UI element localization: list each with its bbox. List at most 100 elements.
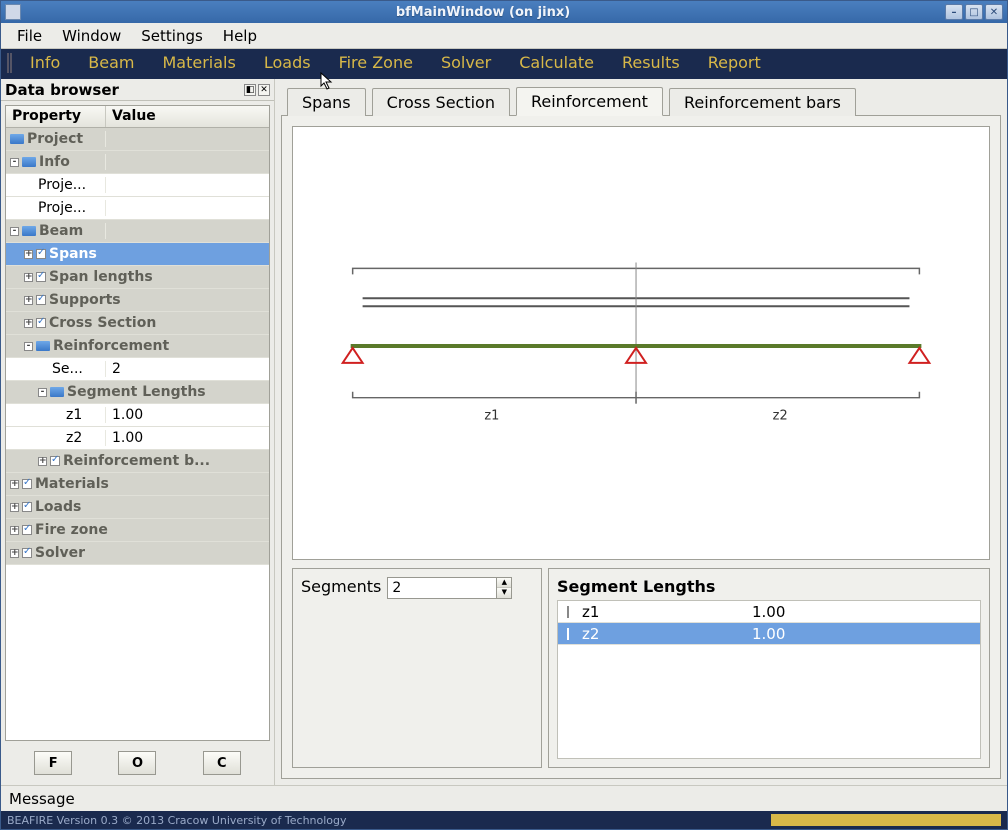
expander-icon[interactable]: + [24, 319, 33, 328]
book-icon [50, 387, 64, 397]
segments-input[interactable] [387, 577, 497, 599]
seg-row-z2-val[interactable]: 1.00 [748, 625, 980, 643]
diagram-label-z1: z1 [484, 409, 499, 424]
check-icon [36, 272, 46, 282]
tree-z2[interactable]: z2 [66, 430, 82, 446]
tool-report[interactable]: Report [694, 51, 775, 74]
expander-icon[interactable] [567, 628, 569, 640]
footer-progress-bar [771, 814, 1001, 826]
maximize-button[interactable]: □ [965, 4, 983, 20]
status-bar: Message [1, 785, 1007, 811]
tab-reinforcement-bars[interactable]: Reinforcement bars [669, 88, 856, 116]
check-icon [22, 502, 32, 512]
menu-file[interactable]: File [7, 25, 52, 47]
window-title: bfMainWindow (on jinx) [21, 5, 945, 20]
expander-icon[interactable]: + [10, 549, 19, 558]
panel-close-button[interactable]: ✕ [258, 84, 270, 96]
menu-settings[interactable]: Settings [131, 25, 213, 47]
app-icon [5, 4, 21, 20]
tool-loads[interactable]: Loads [250, 51, 325, 74]
check-icon [36, 318, 46, 328]
tree-header-value: Value [106, 106, 269, 127]
tree-spanlengths[interactable]: Span lengths [49, 269, 153, 285]
tree-firezone[interactable]: Fire zone [35, 522, 108, 538]
toolbar-handle[interactable] [7, 53, 12, 73]
expander-icon[interactable]: + [10, 526, 19, 535]
tree-proje1[interactable]: Proje... [38, 177, 86, 193]
segment-lengths-box: Segment Lengths z1 1.00 z2 1.00 [548, 568, 990, 768]
o-button[interactable]: O [118, 751, 156, 775]
footer-text: BEAFIRE Version 0.3 © 2013 Cracow Univer… [7, 814, 347, 827]
tool-info[interactable]: Info [16, 51, 74, 74]
tree-se[interactable]: Se... [52, 361, 83, 377]
tree-se-value[interactable]: 2 [106, 361, 269, 377]
check-icon [50, 456, 60, 466]
expander-icon[interactable]: - [38, 388, 47, 397]
expander-icon[interactable] [567, 606, 569, 618]
expander-icon[interactable]: + [10, 503, 19, 512]
menu-window[interactable]: Window [52, 25, 131, 47]
tab-cross-section[interactable]: Cross Section [372, 88, 510, 116]
expander-icon[interactable]: + [24, 273, 33, 282]
expander-icon[interactable]: + [38, 457, 47, 466]
beam-svg: z1 z2 [293, 127, 989, 559]
menu-help[interactable]: Help [213, 25, 267, 47]
window-titlebar: bfMainWindow (on jinx) – □ ✕ [1, 1, 1007, 23]
tool-results[interactable]: Results [608, 51, 694, 74]
book-icon [36, 341, 50, 351]
tree-z2-value[interactable]: 1.00 [106, 430, 269, 446]
check-icon [36, 295, 46, 305]
tree-supports[interactable]: Supports [49, 292, 121, 308]
property-tree[interactable]: Property Value Project -Info Proje... Pr… [5, 105, 270, 741]
tree-solver[interactable]: Solver [35, 545, 85, 561]
tree-seglen[interactable]: Segment Lengths [67, 384, 206, 400]
tab-page: z1 z2 Segments ▲ ▼ [281, 115, 1001, 779]
tree-z1-value[interactable]: 1.00 [106, 407, 269, 423]
tab-reinforcement[interactable]: Reinforcement [516, 87, 663, 116]
data-browser-title: Data browser [5, 81, 119, 99]
expander-icon[interactable]: + [24, 250, 33, 259]
tool-calculate[interactable]: Calculate [505, 51, 608, 74]
segments-label: Segments [301, 577, 381, 596]
tree-project[interactable]: Project [27, 131, 83, 147]
book-icon [22, 226, 36, 236]
status-message: Message [9, 790, 75, 808]
tree-proje2[interactable]: Proje... [38, 200, 86, 216]
tree-materials[interactable]: Materials [35, 476, 109, 492]
minimize-button[interactable]: – [945, 4, 963, 20]
expander-icon[interactable]: - [10, 227, 19, 236]
segment-lengths-table[interactable]: z1 1.00 z2 1.00 [557, 600, 981, 759]
spin-up-button[interactable]: ▲ [497, 578, 511, 588]
expander-icon[interactable]: - [10, 158, 19, 167]
tool-solver[interactable]: Solver [427, 51, 505, 74]
expander-icon[interactable]: - [24, 342, 33, 351]
check-icon [36, 249, 46, 259]
tool-beam[interactable]: Beam [74, 51, 148, 74]
seg-row-z1-key[interactable]: z1 [578, 603, 748, 621]
check-icon [22, 479, 32, 489]
c-button[interactable]: C [203, 751, 241, 775]
toolbar: Info Beam Materials Loads Fire Zone Solv… [1, 49, 1007, 79]
seg-row-z2-key[interactable]: z2 [578, 625, 748, 643]
expander-icon[interactable]: + [24, 296, 33, 305]
tree-beam[interactable]: Beam [39, 223, 83, 239]
tree-crosssection[interactable]: Cross Section [49, 315, 156, 331]
dock-undock-button[interactable]: ◧ [244, 84, 256, 96]
tree-reinforcement[interactable]: Reinforcement [53, 338, 169, 354]
tree-spans[interactable]: Spans [49, 246, 97, 262]
f-button[interactable]: F [34, 751, 72, 775]
seg-row-z1-val[interactable]: 1.00 [748, 603, 980, 621]
tab-spans[interactable]: Spans [287, 88, 366, 116]
expander-icon[interactable]: + [10, 480, 19, 489]
menubar: File Window Settings Help [1, 23, 1007, 49]
book-icon [22, 157, 36, 167]
close-button[interactable]: ✕ [985, 4, 1003, 20]
tree-info[interactable]: Info [39, 154, 70, 170]
tree-reinfbars[interactable]: Reinforcement b... [63, 453, 210, 469]
spin-down-button[interactable]: ▼ [497, 588, 511, 598]
tree-z1[interactable]: z1 [66, 407, 82, 423]
book-icon [10, 134, 24, 144]
tree-loads[interactable]: Loads [35, 499, 81, 515]
tool-materials[interactable]: Materials [149, 51, 250, 74]
tool-firezone[interactable]: Fire Zone [325, 51, 427, 74]
